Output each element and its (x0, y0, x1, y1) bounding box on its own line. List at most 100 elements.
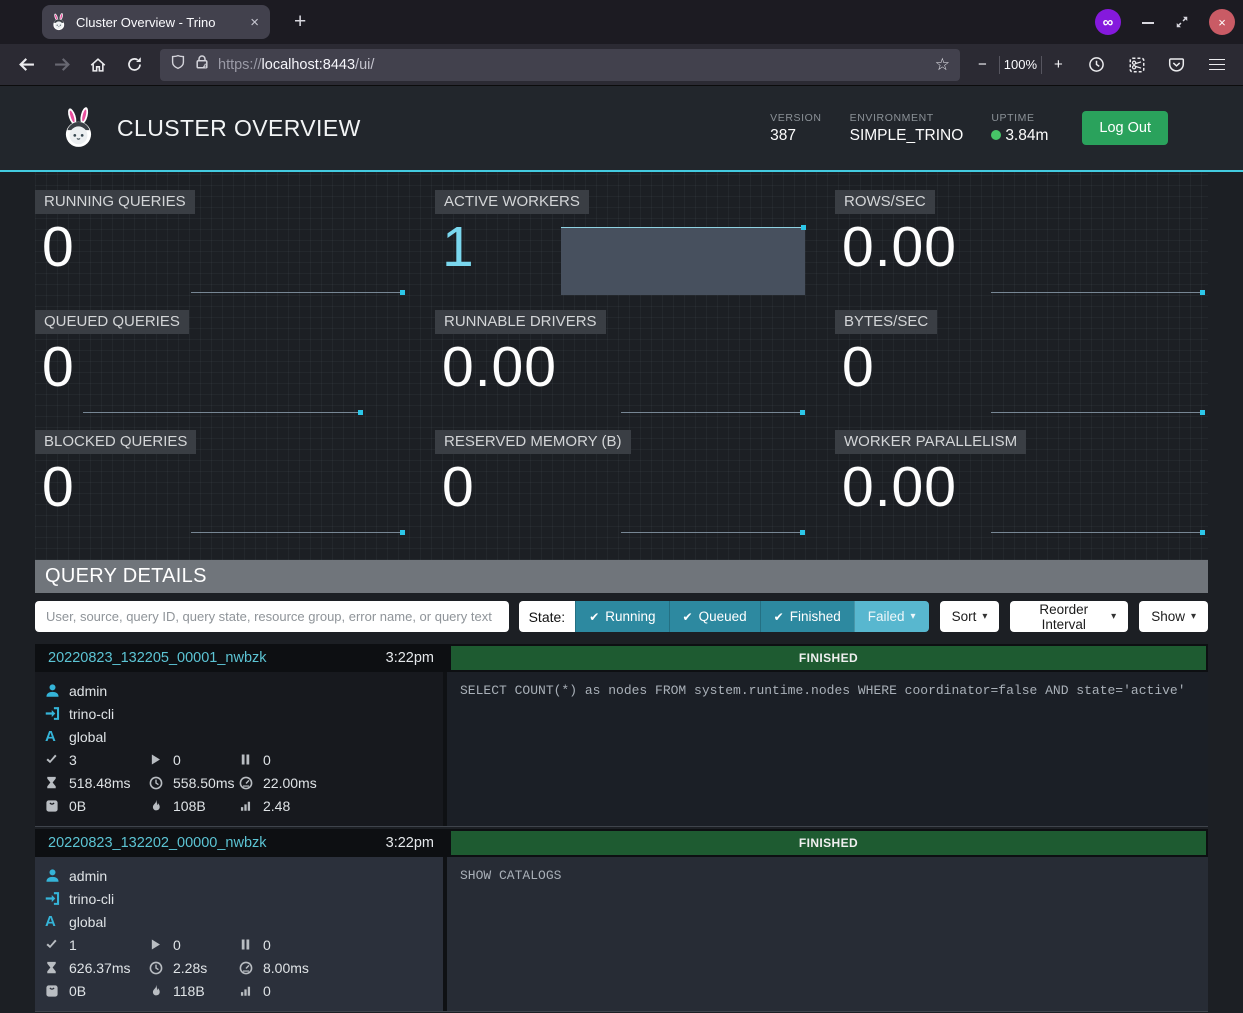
shield-icon[interactable] (170, 54, 186, 75)
url-text[interactable]: https://localhost:8443/ui/ (218, 57, 374, 73)
stat-value: 0 (442, 458, 807, 518)
history-clock-icon[interactable] (1081, 50, 1113, 80)
check-icon (45, 752, 60, 767)
tab-close-icon[interactable]: × (247, 14, 262, 31)
state-filter-label: State: (519, 601, 576, 632)
play-icon (149, 937, 164, 952)
chevron-down-icon: ▾ (982, 611, 987, 622)
query-source: trino-cli (69, 706, 114, 722)
fire-icon (149, 798, 164, 813)
stat-value: 0 (842, 338, 1207, 398)
query-list: 20220823_132205_00001_nwbzk 3:22pm FINIS… (35, 644, 1208, 1012)
query-id-link[interactable]: 20220823_132202_00000_nwbzk (48, 835, 267, 851)
state-filter-queued[interactable]: ✔Queued (669, 601, 760, 632)
stat-card-blocked-queries: BLOCKED QUERIES 0 (35, 430, 407, 538)
reload-button[interactable] (118, 50, 150, 80)
stat-card-worker-parallelism: WORKER PARALLELISM 0.00 (835, 430, 1207, 538)
tab-title: Cluster Overview - Trino (76, 15, 247, 30)
stat-value: 0 (42, 218, 407, 278)
peak-memory: 108B (173, 798, 206, 814)
home-button[interactable] (82, 50, 114, 80)
cumulative-memory: 2.48 (263, 798, 290, 814)
state-filter-failed[interactable]: Failed▾ (854, 601, 929, 632)
fire-icon (149, 983, 164, 998)
chevron-down-icon: ▾ (1191, 611, 1196, 622)
chevron-down-icon: ▾ (1111, 611, 1116, 622)
state-filter-finished[interactable]: ✔Finished (760, 601, 854, 632)
query-id-link[interactable]: 20220823_132205_00001_nwbzk (48, 650, 267, 666)
query-details-header: QUERY DETAILS (35, 560, 1208, 593)
back-button[interactable] (10, 50, 42, 80)
gauge-icon (239, 775, 254, 790)
query-search-input[interactable] (35, 601, 509, 632)
environment-value: SIMPLE_TRINO (850, 127, 964, 145)
pocket-icon[interactable] (1161, 50, 1193, 80)
query-row: 20220823_132205_00001_nwbzk 3:22pm FINIS… (35, 644, 1208, 827)
browser-tab-bar: Cluster Overview - Trino × + ∞ × (0, 0, 1243, 44)
running-splits: 0 (173, 752, 181, 768)
check-icon: ✔ (774, 610, 784, 624)
stat-card-bytes-sec: BYTES/SEC 0 (835, 310, 1207, 418)
queued-splits: 0 (263, 752, 271, 768)
check-icon (45, 937, 60, 952)
wall-time: 518.48ms (69, 775, 130, 791)
scale-icon (45, 798, 60, 813)
version-value: 387 (770, 127, 821, 145)
hourglass-icon (45, 775, 60, 790)
queued-splits: 0 (263, 937, 271, 953)
sparkline (191, 532, 404, 533)
zoom-in-button[interactable]: + (1046, 52, 1071, 77)
page-title: CLUSTER OVERVIEW (117, 115, 361, 142)
zoom-out-button[interactable]: − (970, 52, 995, 77)
user-icon (45, 868, 60, 883)
uptime-status-dot (991, 130, 1001, 140)
trino-favicon (50, 13, 68, 31)
bookmark-star-icon[interactable]: ☆ (935, 55, 950, 75)
window-close-button[interactable]: × (1209, 9, 1235, 35)
query-resource-group: global (69, 729, 106, 745)
check-icon: ✔ (589, 610, 599, 624)
window-restore-button[interactable] (1175, 15, 1189, 29)
user-icon (45, 683, 60, 698)
screenshot-scissors-icon[interactable] (1121, 50, 1153, 80)
chevron-down-icon: ▾ (911, 611, 916, 622)
new-tab-button[interactable]: + (286, 8, 314, 36)
query-user: admin (69, 868, 107, 884)
query-stats-panel: admin trino-cli A global 1 (35, 857, 443, 1011)
browser-tab[interactable]: Cluster Overview - Trino × (42, 5, 270, 39)
completed-splits: 1 (69, 937, 77, 953)
play-icon (149, 752, 164, 767)
query-row: 20220823_132202_00000_nwbzk 3:22pm FINIS… (35, 829, 1208, 1012)
query-time: 3:22pm (386, 650, 434, 666)
equalizer-icon (239, 983, 254, 998)
query-user: admin (69, 683, 107, 699)
query-stats-panel: admin trino-cli A global 3 (35, 672, 443, 826)
sparkline (991, 292, 1204, 293)
current-memory: 0B (69, 983, 86, 999)
hourglass-icon (45, 960, 60, 975)
cumulative-memory: 0 (263, 983, 271, 999)
reorder-interval-dropdown-button[interactable]: Reorder Interval▾ (1010, 601, 1128, 632)
url-bar[interactable]: https://localhost:8443/ui/ ☆ (160, 49, 960, 81)
show-dropdown-button[interactable]: Show▾ (1139, 601, 1208, 632)
url-host: localhost:8443 (262, 57, 356, 73)
sort-dropdown-button[interactable]: Sort▾ (940, 601, 1000, 632)
sparkline (991, 532, 1204, 533)
query-text: SHOW CATALOGS (447, 857, 1208, 1011)
window-minimize-button[interactable] (1141, 15, 1155, 29)
gauge-icon (239, 960, 254, 975)
scale-icon (45, 983, 60, 998)
query-resource-group: global (69, 914, 106, 930)
menu-hamburger-icon[interactable] (1201, 50, 1233, 80)
logout-button[interactable]: Log Out (1082, 111, 1168, 145)
clock-icon (149, 960, 164, 975)
cpu-time: 558.50ms (173, 775, 234, 791)
uptime-label: UPTIME (991, 112, 1048, 124)
lock-warning-icon[interactable] (194, 54, 210, 75)
pause-icon (239, 937, 254, 952)
zoom-level[interactable]: 100% (1004, 57, 1037, 72)
forward-button[interactable] (46, 50, 78, 80)
state-filter-running[interactable]: ✔Running (575, 601, 668, 632)
version-label: VERSION (770, 112, 821, 124)
stat-card-queued-queries: QUEUED QUERIES 0 (35, 310, 407, 418)
